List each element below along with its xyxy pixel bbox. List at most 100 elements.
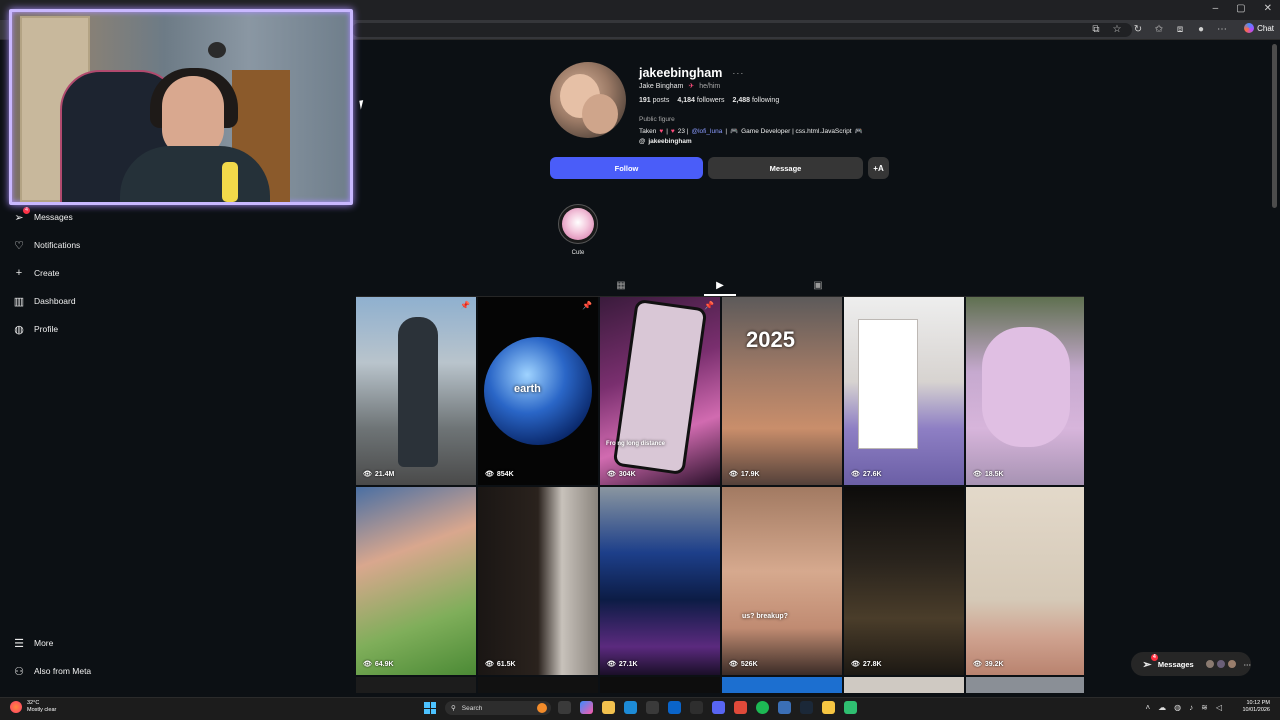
mail-icon[interactable] <box>668 701 681 714</box>
threads-badge-icon: ✈ <box>688 83 695 90</box>
avatar <box>1204 659 1215 669</box>
account-icon[interactable]: ● <box>1195 24 1207 35</box>
eye-icon: 👁 <box>607 471 616 478</box>
reel-tile[interactable]: 👁 27.1K <box>600 487 720 675</box>
refresh-icon[interactable]: ↻ <box>1132 24 1144 35</box>
sidebar-item-more[interactable]: ☰ More <box>13 637 53 650</box>
messenger-icon: ➢ 4 <box>13 207 30 224</box>
cloud-icon[interactable]: ☁ <box>1158 703 1166 712</box>
bio-age: 23 | <box>677 127 689 135</box>
page-scrollbar[interactable] <box>1272 44 1277 208</box>
volume-icon[interactable]: ◁ <box>1216 703 1222 712</box>
sidebar-item-label: Also from Meta <box>34 666 92 676</box>
app-icon[interactable] <box>690 701 703 714</box>
reel-tile[interactable]: Fro ng long distance 📌 👁 304K <box>600 297 720 485</box>
tab-reels-icon[interactable]: ▶ <box>713 279 727 291</box>
reel-tile[interactable] <box>722 677 842 693</box>
tab-tagged-icon[interactable]: ▣ <box>811 279 825 291</box>
pin-icon: 📌 <box>582 301 592 310</box>
app-icon[interactable] <box>844 701 857 714</box>
sidebar-item-label: Create <box>34 268 60 278</box>
eye-icon: 👁 <box>973 471 982 478</box>
reel-tile[interactable] <box>844 677 964 693</box>
reel-tile[interactable]: 📌 👁 21.4M <box>356 297 476 485</box>
sidebar-item-create[interactable]: + Create <box>13 267 60 279</box>
messages-floating-button[interactable]: ➢ 4 Messages ⋯ <box>1131 652 1251 676</box>
more-options-icon[interactable]: ··· <box>732 68 744 78</box>
reel-tile[interactable] <box>966 677 1084 693</box>
following-count[interactable]: 2,488 following <box>732 97 779 104</box>
full-name-row: Jake Bingham ✈ he/him <box>639 82 720 91</box>
taskbar-search[interactable]: ⚲ Search <box>445 701 551 715</box>
reel-tile[interactable]: 👁 61.5K <box>478 487 598 675</box>
spotify-icon[interactable] <box>756 701 769 714</box>
follow-button[interactable]: Follow <box>550 157 703 179</box>
task-view-icon[interactable] <box>558 701 571 714</box>
windows-start-icon[interactable] <box>424 702 436 714</box>
close-button[interactable]: ✕ <box>1264 3 1272 14</box>
discord-icon[interactable] <box>712 701 725 714</box>
app-tray-icon[interactable]: ◍ <box>1174 703 1181 712</box>
app-icon[interactable] <box>822 701 835 714</box>
profile-bio: Taken ♥ | ♥ 23 | @lofi_luna | 🎮 Game Dev… <box>639 127 863 136</box>
webcam-bottle <box>222 162 238 202</box>
avatar <box>1226 659 1237 669</box>
microphone-icon[interactable]: ♪ <box>1189 703 1193 712</box>
reel-tile[interactable] <box>356 677 476 693</box>
reel-tile[interactable]: 👁 18.5K <box>966 297 1084 485</box>
address-bar[interactable] <box>352 23 1132 37</box>
eye-icon: 👁 <box>485 471 494 478</box>
edge-browser-icon[interactable] <box>624 701 637 714</box>
reel-tile[interactable]: earth 📌 👁 854K <box>478 297 598 485</box>
maximize-button[interactable]: ▢ <box>1236 3 1245 14</box>
profile-avatar[interactable] <box>550 62 626 138</box>
sidebar-item-label: Notifications <box>34 240 81 250</box>
file-explorer-icon[interactable] <box>602 701 615 714</box>
followers-count[interactable]: 4,184 followers <box>677 97 724 104</box>
wifi-icon[interactable]: ≋ <box>1201 703 1208 712</box>
reel-tile[interactable]: 👁 39.2K <box>966 487 1084 675</box>
tab-posts-grid-icon[interactable]: ▦ <box>614 279 628 291</box>
threads-link[interactable]: @ jakeebingham <box>639 138 692 145</box>
copilot-chat-button[interactable]: Chat <box>1244 23 1274 33</box>
reel-tile[interactable] <box>478 677 598 693</box>
search-icon: ⚲ <box>451 705 456 712</box>
collections-icon[interactable]: ⧈ <box>1174 24 1186 35</box>
favorites-icon[interactable]: ✩ <box>1153 24 1165 35</box>
more-icon: ⋯ <box>1243 659 1252 669</box>
sidebar-item-dashboard[interactable]: ▥ Dashboard <box>13 295 76 308</box>
message-button[interactable]: Message <box>708 157 863 179</box>
heart-emoji-icon: ♥ <box>670 127 675 135</box>
reel-tile[interactable]: 👁 27.6K <box>844 297 964 485</box>
sidebar-item-notifications[interactable]: ♡ Notifications <box>13 239 81 252</box>
suggested-accounts-button[interactable]: +A <box>868 157 889 179</box>
minimize-button[interactable]: – <box>1213 3 1219 14</box>
reel-tile[interactable] <box>600 677 720 693</box>
reel-tile[interactable]: 👁 64.9K <box>356 487 476 675</box>
copilot-app-icon[interactable] <box>580 701 593 714</box>
steam-icon[interactable] <box>800 701 813 714</box>
reel-tile[interactable]: 2025 👁 17.9K <box>722 297 842 485</box>
sidebar-item-also-from-meta[interactable]: ⚇ Also from Meta <box>13 665 92 678</box>
sidebar-item-label: Dashboard <box>34 296 76 306</box>
view-count: 👁 18.5K <box>973 470 1004 479</box>
sidebar-item-messages[interactable]: ➢ 4 Messages <box>13 207 73 224</box>
extensions-icon[interactable]: ⧉ <box>1090 24 1102 35</box>
eye-icon: 👁 <box>485 661 494 668</box>
settings-app-icon[interactable] <box>778 701 791 714</box>
star-icon[interactable]: ☆ <box>1111 24 1123 35</box>
reel-tile[interactable]: 👁 27.8K <box>844 487 964 675</box>
chevron-up-icon[interactable]: ˄ <box>1145 703 1150 712</box>
avatar <box>1215 659 1226 669</box>
store-icon[interactable] <box>646 701 659 714</box>
reel-tile[interactable]: us? breakup? 👁 526K <box>722 487 842 675</box>
taskbar-clock[interactable]: 10:12 PM 10/01/2026 <box>1242 700 1270 714</box>
weather-widget[interactable]: 32°C Mostly clear <box>10 700 56 714</box>
sidebar-item-profile[interactable]: ◍ Profile <box>13 323 58 336</box>
menu-icon[interactable]: ⋯ <box>1216 24 1228 35</box>
brave-icon[interactable] <box>734 701 747 714</box>
username-row: jakeebingham ··· <box>639 66 744 80</box>
bio-mention-link[interactable]: @lofi_luna <box>692 128 723 135</box>
clock-date: 10/01/2026 <box>1242 707 1270 713</box>
story-highlight[interactable] <box>558 204 598 244</box>
